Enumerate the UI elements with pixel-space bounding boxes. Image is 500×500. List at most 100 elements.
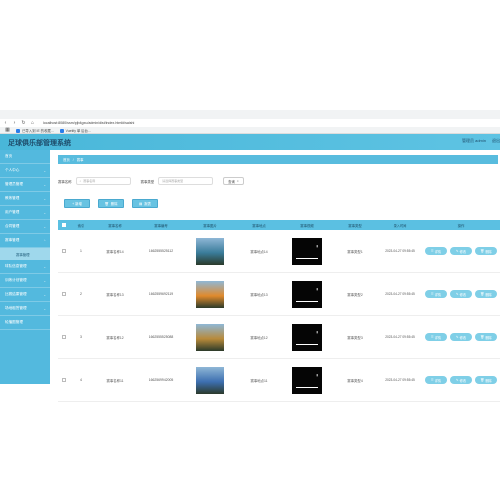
chevron-down-icon: ⌄ [43,168,46,173]
row-delete-button[interactable]: 🗑 删除 [475,290,497,298]
trash-icon: 🗑 [480,249,485,253]
name-search-input[interactable]: ⌕ 赛事名称 [75,177,131,185]
search-row: 赛事名称 ⌕ 赛事名称 赛事类型 请选择赛事类型 查询 ⌕ [58,177,244,185]
trash-icon: 🗑 [480,292,485,296]
edit-icon: ✎ [455,292,459,296]
detail-icon: ☰ [430,378,434,382]
search-icon: ⌕ [236,179,239,183]
bookmark-item[interactable]: Vuetify 单 后台... [59,128,91,133]
sidebar-item-coaches[interactable]: 教练管理 ⌄ [0,192,50,206]
sidebar-item-profile[interactable]: 个人中心 ⌄ [0,164,50,178]
cell-name: 赛事名称13 [106,292,124,297]
cell-type: 赛事类型1 [347,249,363,254]
cell-name: 赛事名称11 [106,378,124,383]
trash-icon: 🗑 [104,201,109,206]
cell-time: 2023-04-27 09:55:45 [385,249,415,253]
row-delete-button[interactable]: 🗑 删除 [475,333,497,341]
sidebar-subitem-events[interactable]: 赛事管理 [0,248,50,260]
table-body: 1 赛事名称14 1662555525112 赛事地点14 ▮ 赛事类型1 20… [58,230,500,402]
cell-place: 赛事地点12 [250,335,268,340]
event-video[interactable]: ▮ [292,280,322,308]
cell-place: 赛事地点11 [250,378,268,383]
logout-link[interactable]: 退出 [492,138,500,144]
edit-button[interactable]: ✎ 修改 [450,333,472,341]
row-checkbox[interactable] [62,292,66,296]
cell-name: 赛事名称12 [106,335,124,340]
chevron-down-icon: ⌄ [43,210,46,215]
row-delete-button[interactable]: 🗑 删除 [475,247,497,255]
sidebar-item-carousel[interactable]: 轮播图管理 [0,316,50,330]
sidebar-item-admins[interactable]: 管理员管理 ⌄ [0,178,50,192]
type-select[interactable]: 请选择赛事类型 [158,177,214,185]
home-icon[interactable]: ⌂ [30,120,35,126]
chevron-down-icon: ⌄ [43,306,46,311]
row-delete-button[interactable]: 🗑 删除 [475,376,497,384]
cell-index: 2 [80,292,82,296]
sidebar-item-venues[interactable]: 场地租赁管理 ⌄ [0,302,50,316]
edit-button[interactable]: ✎ 修改 [450,376,472,384]
edit-icon: ✎ [455,335,459,339]
add-button[interactable]: + 新增 [64,199,90,208]
event-image[interactable] [196,237,224,265]
event-image[interactable] [196,280,224,308]
edit-icon: ✎ [455,249,459,253]
app-title: 足球俱乐部管理系统 [8,139,71,147]
video-progress[interactable] [296,343,318,345]
event-image[interactable] [196,366,224,394]
edit-button[interactable]: ✎ 修改 [450,247,472,255]
sidebar-item-contracts[interactable]: 合同管理 ⌄ [0,220,50,234]
video-progress[interactable] [296,257,318,259]
row-checkbox[interactable] [62,378,66,382]
row-checkbox[interactable] [62,335,66,339]
address-bar[interactable]: localhost:8080/ssm/pjb4gxu/admin/dist/in… [39,120,189,126]
detail-button[interactable]: ☰ 详情 [425,333,447,341]
name-label: 赛事名称 [58,179,72,184]
chevron-down-icon: ⌄ [43,264,46,269]
bookmark-item[interactable]: 已导入到 IE 的收藏... [16,128,54,133]
chevron-down-icon: ⌄ [43,292,46,297]
edit-icon: ✎ [455,378,459,382]
row-checkbox[interactable] [62,249,66,253]
detail-button[interactable]: ☰ 详情 [425,247,447,255]
video-progress[interactable] [296,300,318,302]
delete-button[interactable]: 🗑 删除 [98,199,124,208]
cell-type: 赛事类型2 [347,292,363,297]
chevron-down-icon: ⌄ [43,182,46,187]
detail-button[interactable]: ☰ 详情 [425,290,447,298]
col-header: 赛事地点 [252,223,266,228]
cell-name: 赛事名称14 [106,249,124,254]
browser-chrome: ‹ › ↻ ⌂ localhost:8080/ssm/pjb4gxu/admin… [0,110,500,134]
trash-icon: 🗑 [480,335,485,339]
back-icon[interactable]: ‹ [3,120,8,126]
event-video[interactable]: ▮ [292,237,322,265]
sidebar-item-home[interactable]: 首页 [0,150,50,164]
apps-icon[interactable]: ▦ [5,128,10,133]
event-video[interactable]: ▮ [292,366,322,394]
forward-icon[interactable]: › [12,120,17,126]
sidebar-item-events[interactable]: 赛事管理 ⌃ [0,234,50,248]
trash-icon: 🗑 [480,378,485,382]
query-button[interactable]: 查询 ⌕ [223,177,244,185]
col-header: 索引 [77,223,85,228]
event-video[interactable]: ▮ [292,323,322,351]
play-icon: ▮ [316,243,318,248]
select-all-checkbox[interactable] [62,223,66,227]
detail-icon: ☰ [430,292,434,296]
report-button[interactable]: ▤ 报表 [132,199,158,208]
detail-button[interactable]: ☰ 详情 [425,376,447,384]
col-header: 赛事编号 [154,223,168,228]
cell-place: 赛事地点13 [250,292,268,297]
chevron-up-icon: ⌃ [43,238,46,243]
breadcrumb-home[interactable]: 首页 [63,157,70,162]
sidebar-item-training[interactable]: 训练计划管理 ⌄ [0,274,50,288]
sidebar-item-results[interactable]: 比赛结果管理 ⌄ [0,288,50,302]
event-image[interactable] [196,323,224,351]
video-progress[interactable] [296,386,318,388]
edit-button[interactable]: ✎ 修改 [450,290,472,298]
sidebar-item-teams[interactable]: 球队信息管理 ⌄ [0,260,50,274]
col-header: 赛事名称 [108,223,122,228]
col-header: 赛事类型 [348,223,362,228]
reload-icon[interactable]: ↻ [21,120,26,126]
sidebar-item-users[interactable]: 用户管理 ⌄ [0,206,50,220]
tab-strip [0,110,500,119]
